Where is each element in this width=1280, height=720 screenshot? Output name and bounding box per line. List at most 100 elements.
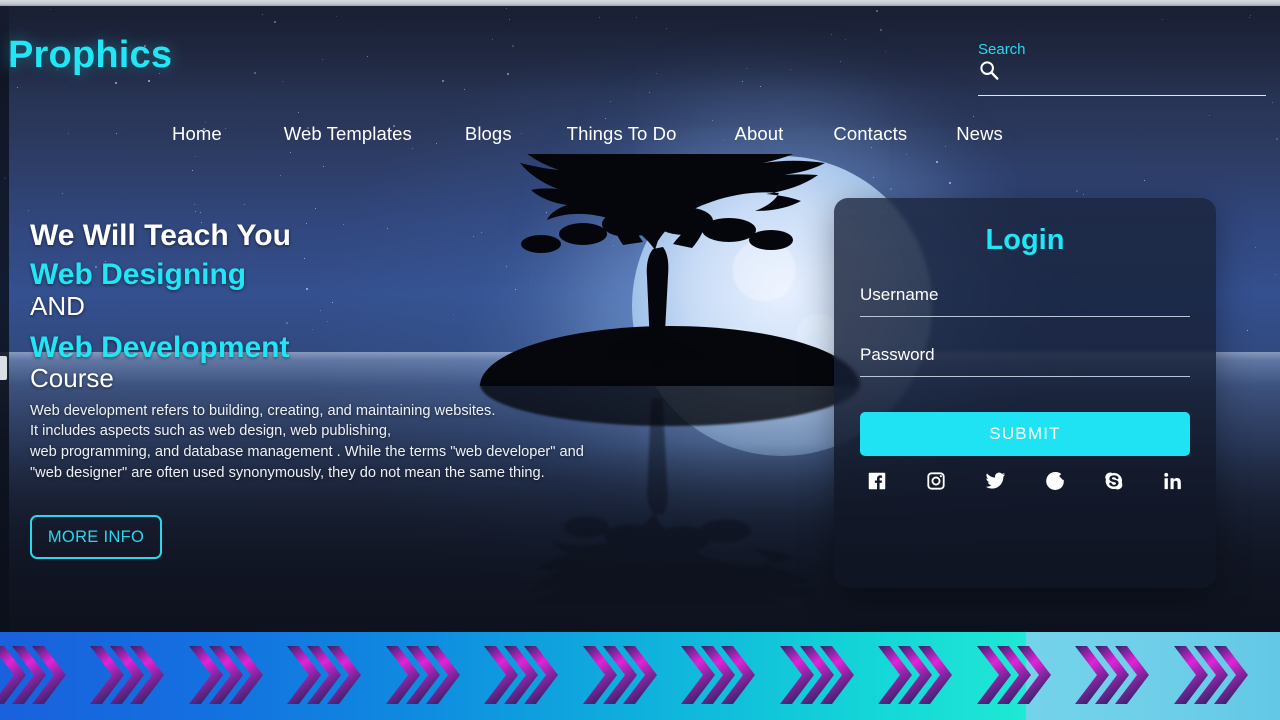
star-dot bbox=[1254, 246, 1256, 248]
submit-button[interactable]: SUBMIT bbox=[860, 412, 1190, 456]
star-dot bbox=[194, 211, 196, 213]
star-dot bbox=[321, 59, 323, 61]
star-dot bbox=[790, 69, 792, 71]
star-dot bbox=[610, 100, 612, 102]
star-dot bbox=[281, 81, 283, 83]
star-dot bbox=[876, 10, 879, 13]
star-dot bbox=[506, 8, 508, 10]
google-icon[interactable] bbox=[1044, 470, 1066, 492]
page-root: Prophics Search Home Web Templates Blogs… bbox=[0, 0, 1280, 720]
password-input-underline[interactable] bbox=[860, 376, 1190, 377]
star-dot bbox=[1162, 19, 1164, 21]
hero-headline-2: Web Designing bbox=[30, 258, 247, 292]
star-dot bbox=[512, 45, 515, 48]
double-chevron-right-icon bbox=[0, 642, 68, 708]
left-edge-handle[interactable] bbox=[0, 356, 7, 380]
star-dot bbox=[273, 21, 276, 24]
star-dot bbox=[28, 210, 30, 212]
star-dot bbox=[1247, 329, 1249, 331]
nav-item-things-to-do[interactable]: Things To Do bbox=[567, 123, 677, 145]
username-label: Username bbox=[860, 285, 939, 304]
star-dot bbox=[254, 72, 257, 75]
more-info-button[interactable]: MORE INFO bbox=[30, 515, 162, 559]
login-title: Login bbox=[985, 224, 1065, 256]
double-chevron-right-icon bbox=[482, 642, 560, 708]
star-dot bbox=[17, 87, 19, 89]
social-links bbox=[866, 470, 1184, 492]
star-dot bbox=[508, 19, 510, 21]
star-dot bbox=[298, 111, 300, 113]
facebook-icon[interactable] bbox=[866, 470, 888, 492]
star-dot bbox=[635, 17, 637, 19]
search-input-underline[interactable] bbox=[978, 95, 1266, 96]
hero-and-label: AND bbox=[30, 290, 85, 321]
password-field[interactable]: Password bbox=[860, 317, 1190, 377]
star-dot bbox=[194, 204, 196, 206]
twitter-icon[interactable] bbox=[984, 470, 1006, 492]
star-dot bbox=[830, 34, 832, 36]
star-dot bbox=[195, 156, 197, 158]
double-chevron-right-icon bbox=[679, 642, 757, 708]
star-dot bbox=[949, 181, 952, 184]
double-chevron-right-icon bbox=[1172, 642, 1250, 708]
star-dot bbox=[441, 79, 444, 82]
double-chevron-right-icon bbox=[285, 642, 363, 708]
star-dot bbox=[655, 73, 657, 75]
search-label: Search bbox=[978, 41, 1026, 58]
star-dot bbox=[742, 80, 744, 82]
hero-paragraph: Web development refers to building, crea… bbox=[30, 402, 584, 481]
search-icon[interactable] bbox=[978, 59, 1000, 81]
star-dot bbox=[1076, 190, 1079, 193]
main-navigation: Home Web Templates Blogs Things To Do Ab… bbox=[0, 114, 1280, 154]
double-chevron-right-icon bbox=[581, 642, 659, 708]
double-chevron-right-icon bbox=[88, 642, 166, 708]
star-dot bbox=[115, 81, 118, 84]
hero-headline-1: We Will Teach You bbox=[30, 219, 291, 252]
nav-item-contacts[interactable]: Contacts bbox=[833, 123, 907, 145]
nav-item-web-templates[interactable]: Web Templates bbox=[284, 123, 412, 145]
star-dot bbox=[905, 154, 907, 156]
star-dot bbox=[879, 29, 882, 32]
star-dot bbox=[1250, 14, 1252, 16]
star-dot bbox=[759, 86, 761, 88]
star-dot bbox=[1143, 180, 1145, 182]
star-dot bbox=[935, 161, 938, 164]
nav-item-home[interactable]: Home bbox=[172, 123, 222, 145]
double-chevron-right-icon bbox=[1073, 642, 1151, 708]
search-box[interactable]: Search bbox=[978, 42, 1266, 96]
footer-chevron-strip bbox=[0, 632, 1280, 720]
star-dot bbox=[844, 39, 846, 41]
double-chevron-right-icon bbox=[975, 642, 1053, 708]
star-dot bbox=[1249, 17, 1251, 19]
star-dot bbox=[366, 55, 368, 57]
star-dot bbox=[464, 89, 466, 91]
star-dot bbox=[1272, 101, 1274, 103]
star-dot bbox=[491, 38, 493, 40]
star-dot bbox=[280, 175, 282, 177]
username-field[interactable]: Username bbox=[860, 257, 1190, 317]
hero-course-label: Course bbox=[30, 363, 114, 394]
nav-item-blogs[interactable]: Blogs bbox=[465, 123, 512, 145]
login-panel: Login Username Password SUBMIT bbox=[834, 198, 1216, 588]
star-dot bbox=[199, 212, 201, 214]
double-chevron-right-icon bbox=[384, 642, 462, 708]
star-dot bbox=[885, 50, 887, 52]
nav-item-about[interactable]: About bbox=[735, 123, 784, 145]
linkedin-icon[interactable] bbox=[1162, 470, 1184, 492]
star-dot bbox=[649, 91, 651, 93]
browser-chrome-edge bbox=[0, 0, 1280, 6]
star-dot bbox=[147, 80, 150, 83]
star-dot bbox=[243, 203, 245, 205]
star-dot bbox=[872, 176, 874, 178]
star-dot bbox=[315, 207, 317, 209]
password-label: Password bbox=[860, 345, 935, 364]
instagram-icon[interactable] bbox=[925, 470, 947, 492]
site-logo[interactable]: Prophics bbox=[8, 34, 172, 77]
star-dot bbox=[50, 9, 52, 11]
nav-item-news[interactable]: News bbox=[956, 123, 1003, 145]
star-dot bbox=[335, 16, 337, 18]
star-dot bbox=[1083, 193, 1085, 195]
star-dot bbox=[61, 193, 63, 195]
skype-icon[interactable] bbox=[1103, 470, 1125, 492]
left-edge-band bbox=[0, 6, 9, 632]
